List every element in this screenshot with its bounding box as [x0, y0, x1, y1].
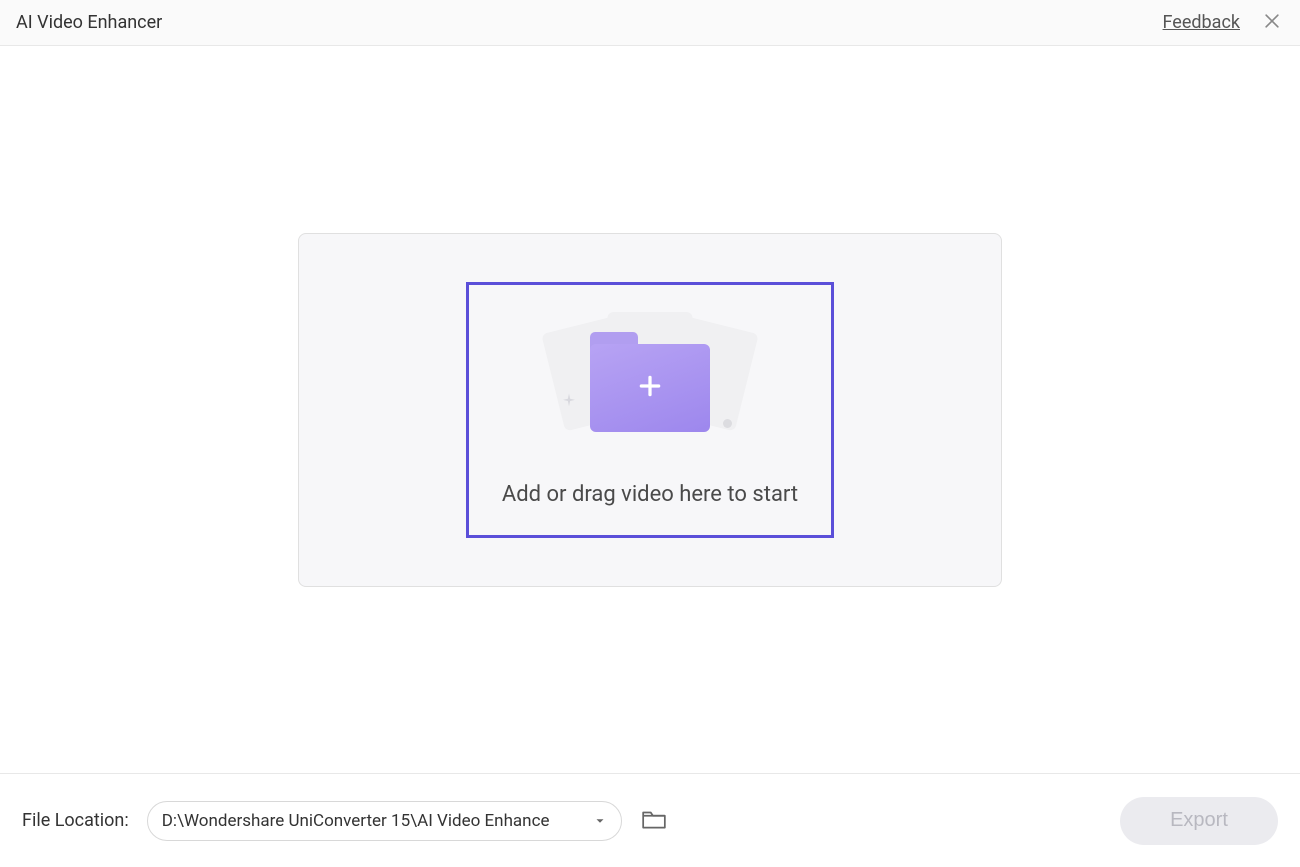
folder-icon	[590, 344, 710, 432]
file-location-label: File Location:	[22, 810, 129, 831]
sparkle-icon	[560, 392, 578, 414]
footer-bar: File Location: D:\Wondershare UniConvert…	[0, 773, 1300, 867]
drop-zone[interactable]: Add or drag video here to start	[298, 233, 1002, 587]
header-actions: Feedback	[1163, 11, 1284, 35]
close-button[interactable]	[1260, 11, 1284, 35]
folder-graphic	[550, 312, 750, 442]
drop-text: Add or drag video here to start	[502, 482, 798, 507]
close-icon	[1262, 11, 1282, 35]
window-title: AI Video Enhancer	[16, 12, 162, 33]
file-location-path: D:\Wondershare UniConverter 15\AI Video …	[162, 811, 550, 831]
chevron-down-icon	[593, 814, 607, 828]
main-content: Add or drag video here to start	[0, 46, 1300, 773]
dot-icon	[723, 419, 732, 428]
feedback-link[interactable]: Feedback	[1163, 12, 1240, 33]
upload-area[interactable]: Add or drag video here to start	[466, 282, 834, 538]
export-button[interactable]: Export	[1120, 797, 1278, 845]
window-header: AI Video Enhancer Feedback	[0, 0, 1300, 46]
folder-open-icon	[641, 808, 667, 834]
plus-icon	[637, 373, 663, 403]
file-location-dropdown[interactable]: D:\Wondershare UniConverter 15\AI Video …	[147, 801, 622, 841]
open-folder-button[interactable]	[640, 807, 668, 835]
